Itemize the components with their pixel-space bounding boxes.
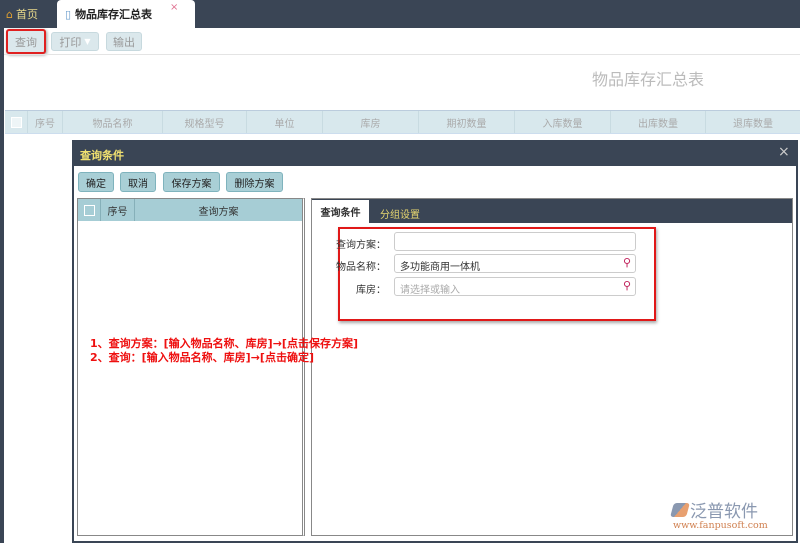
print-button[interactable]: 打印 ▼ (51, 32, 99, 51)
scheme-list-panel (77, 198, 305, 536)
cancel-button[interactable]: 取消 (120, 172, 156, 192)
col-spec: 规格型号 (163, 111, 247, 133)
ok-button[interactable]: 确定 (78, 172, 114, 192)
col-out-qty: 出库数量 (611, 111, 706, 133)
col-unit: 单位 (247, 111, 323, 133)
col-index: 序号 (101, 199, 135, 221)
col-return-qty: 退库数量 (733, 118, 773, 130)
delete-scheme-button[interactable]: 删除方案 (226, 172, 283, 192)
annotation-2: 2、查询：[输入物品名称、库房]→[点击确定] (90, 351, 314, 364)
scheme-list-header: 序号 查询方案 (78, 199, 302, 221)
scheme-input[interactable] (394, 232, 636, 251)
col-scheme: 查询方案 (198, 206, 239, 218)
search-icon[interactable]: ⚲ (623, 279, 631, 292)
logo-icon (670, 502, 690, 517)
divider (4, 54, 800, 55)
watermark-logo: 泛普软件 (670, 497, 758, 522)
tab-home-label: 首页 (15, 8, 38, 21)
query-button[interactable]: 查询 (6, 29, 46, 54)
chevron-down-icon: ▼ (84, 37, 91, 46)
close-icon[interactable]: × (778, 144, 790, 160)
scheme-label: 查询方案： (336, 240, 386, 251)
tab-grouping[interactable]: 分组设置 (380, 206, 420, 221)
warehouse-input[interactable]: 请选择或输入 ⚲ (394, 277, 636, 296)
home-icon: ⌂ (6, 7, 13, 21)
item-name-value: 多功能商用一体机 (400, 262, 480, 273)
search-icon[interactable]: ⚲ (623, 256, 631, 269)
col-opening-qty: 期初数量 (419, 111, 515, 133)
watermark-brand: 泛普软件 (690, 502, 758, 522)
report-title: 物品库存汇总表 (592, 70, 705, 89)
col-index: 序号 (28, 111, 63, 133)
watermark-url: www.fanpusoft.com (673, 520, 768, 531)
tab-label: 物品库存汇总表 (75, 8, 153, 21)
warehouse-label: 库房： (356, 285, 386, 296)
warehouse-placeholder: 请选择或输入 (400, 285, 460, 296)
print-label: 打印 (59, 35, 82, 49)
save-scheme-button[interactable]: 保存方案 (163, 172, 220, 192)
col-in-qty: 入库数量 (515, 111, 611, 133)
document-icon: ▯ (65, 7, 72, 21)
close-tab-icon[interactable]: × (170, 2, 178, 13)
dialog-title: 查询条件 (72, 140, 798, 166)
tab-home[interactable]: ⌂ 首页 (6, 6, 38, 22)
select-all-checkbox[interactable] (5, 111, 28, 133)
item-name-label: 物品名称： (336, 262, 386, 273)
col-warehouse: 库房 (323, 111, 419, 133)
tab-conditions[interactable]: 查询条件 (312, 200, 369, 223)
export-button[interactable]: 输出 (106, 32, 142, 51)
scheme-select-all-checkbox[interactable] (78, 199, 101, 221)
item-name-input[interactable]: 多功能商用一体机 ⚲ (394, 254, 636, 273)
col-item-name: 物品名称 (63, 111, 163, 133)
table-header: 序号 物品名称 规格型号 单位 库房 期初数量 入库数量 出库数量 退库数量 (5, 110, 800, 134)
left-border (0, 28, 4, 543)
